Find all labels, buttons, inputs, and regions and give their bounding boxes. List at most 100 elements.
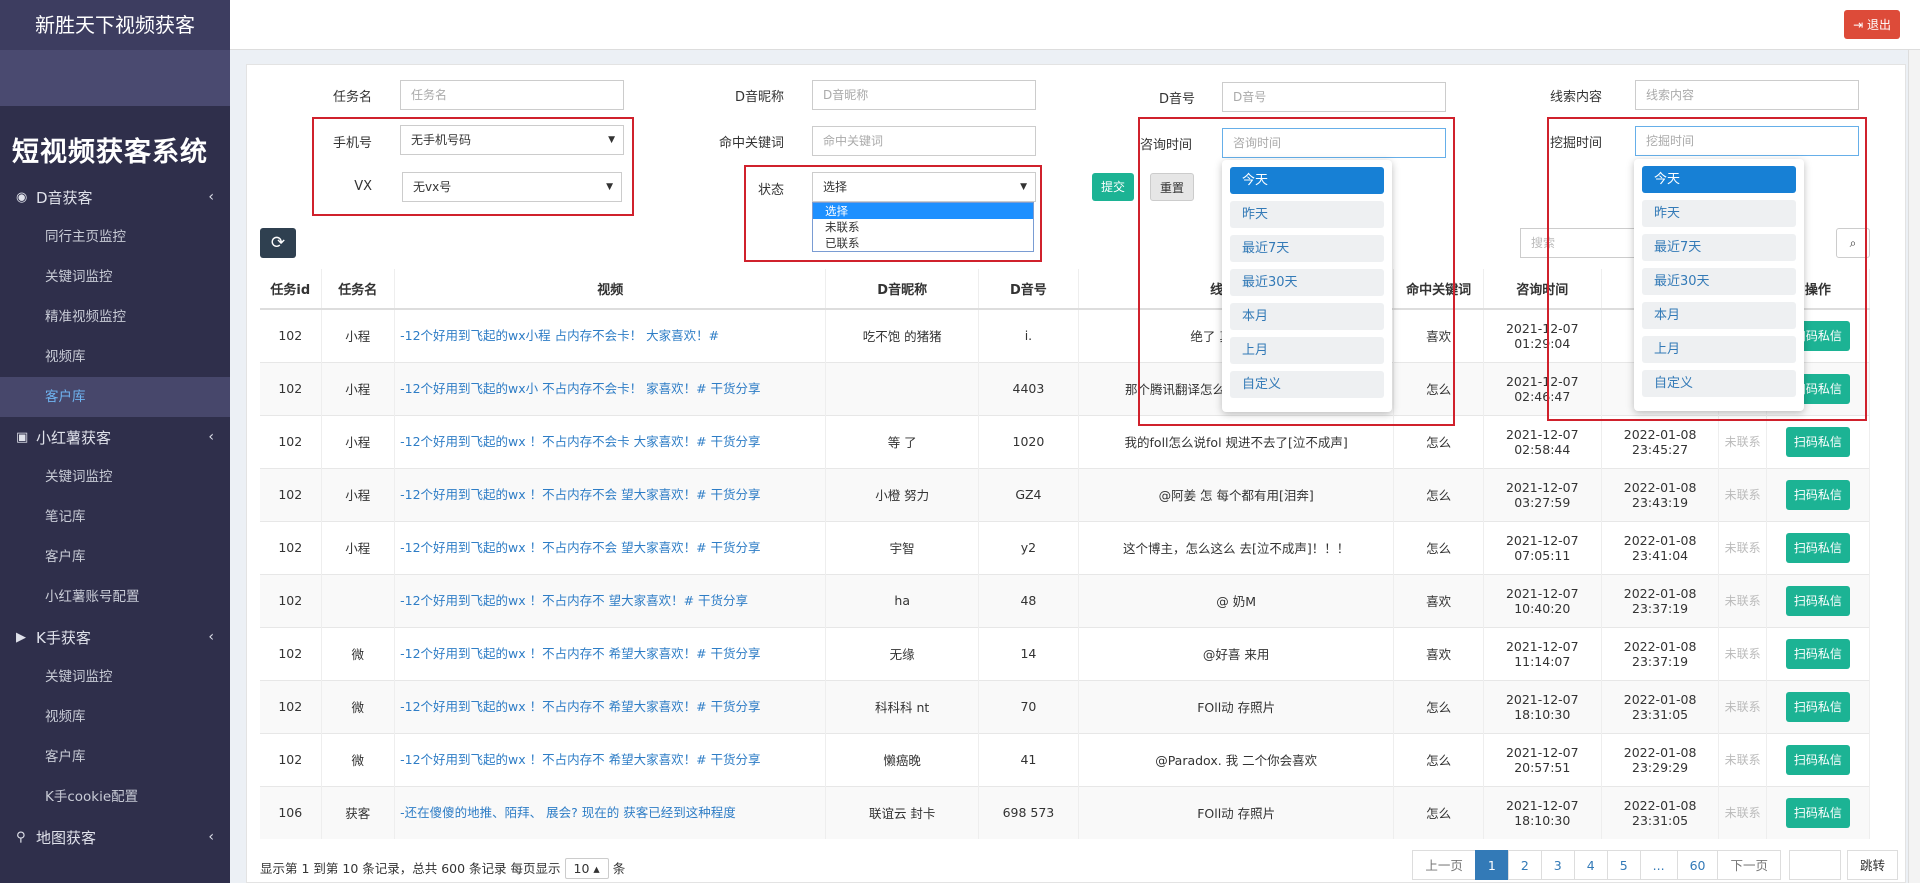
- cell-video[interactable]: -还在傻傻的地推、陌拜、 展会? 现在的 获客已经到这种程度: [394, 785, 827, 839]
- cell-consult-time: 2021-12-07 02:58:44: [1483, 414, 1602, 468]
- table-row: 102 微 -12个好用到飞起的wx ！不占内存不 希望大家喜欢！# 干货分享 懒癌晚…: [260, 732, 1871, 786]
- footer-info-text: 显示第 1 到第 10 条记录，总共 600 条记录 每页显示: [260, 861, 561, 876]
- scan-message-button[interactable]: 扫码私信: [1785, 797, 1850, 828]
- nav-group-kuaishou[interactable]: ▶ K手获客 ‹: [0, 617, 230, 657]
- sidebar-item-video-library[interactable]: 视频库: [0, 337, 230, 377]
- cell-task-id: 106: [260, 785, 322, 839]
- cell-video[interactable]: -12个好用到飞起的wx ！不占内存不 望大家喜欢！# 干货分享: [394, 573, 827, 627]
- nickname-input[interactable]: D音昵称: [812, 80, 1036, 110]
- page-button[interactable]: 5: [1606, 850, 1641, 880]
- clue-input[interactable]: 线索内容: [1635, 80, 1859, 110]
- consult-time-option[interactable]: 最近7天: [1230, 235, 1384, 262]
- sidebar-item-video-library[interactable]: 视频库: [0, 697, 230, 737]
- jump-button[interactable]: 跳转: [1846, 850, 1898, 880]
- cell-nickname: 等 了: [825, 414, 979, 468]
- page-button[interactable]: 3: [1540, 850, 1575, 880]
- sidebar-item-keyword-monitor[interactable]: 关键词监控: [0, 257, 230, 297]
- sidebar-item-homepage-monitor[interactable]: 同行主页监控: [0, 217, 230, 257]
- page-button[interactable]: ...: [1639, 850, 1678, 880]
- col-header[interactable]: D音昵称: [825, 269, 979, 310]
- cell-clue: @Paradox. 我 二个你会喜欢: [1078, 732, 1395, 786]
- mine-time-option[interactable]: 最近30天: [1642, 268, 1796, 295]
- page-scrollbar[interactable]: [1908, 50, 1920, 883]
- prev-page-button[interactable]: 上一页: [1412, 850, 1476, 880]
- sidebar-item-cookie-config[interactable]: K手cookie配置: [0, 777, 230, 817]
- sidebar-item-customer-library[interactable]: 客户库: [0, 537, 230, 577]
- cell-mine-time: 2022-01-08 23:37:19: [1601, 573, 1720, 627]
- nav-group-map[interactable]: ⚲ 地图获客 ‹: [0, 817, 230, 857]
- sidebar-item-account-config[interactable]: 小红薯账号配置: [0, 577, 230, 617]
- page-button[interactable]: 2: [1507, 850, 1542, 880]
- mine-time-option[interactable]: 今天: [1642, 166, 1796, 193]
- cell-dnum: 48: [978, 573, 1079, 627]
- cell-video[interactable]: -12个好用到飞起的wx ！不占内存不会卡 大家喜欢！# 干货分享: [394, 414, 827, 468]
- consult-time-option[interactable]: 最近30天: [1230, 269, 1384, 296]
- submit-button[interactable]: 提交: [1092, 173, 1135, 201]
- keyword-input[interactable]: 命中关键词: [812, 126, 1036, 156]
- task-name-input[interactable]: 任务名: [400, 80, 624, 110]
- scan-message-button[interactable]: 扫码私信: [1785, 426, 1850, 457]
- mine-time-option[interactable]: 上月: [1642, 336, 1796, 363]
- sidebar-item-customer-library[interactable]: 客户库: [0, 377, 230, 417]
- nav-group-douyin[interactable]: ◉ D音获客 ‹: [0, 177, 230, 217]
- logout-button[interactable]: ⇥ 退出: [1844, 10, 1900, 39]
- mine-time-option[interactable]: 最近7天: [1642, 234, 1796, 261]
- cell-nickname: 联谊云 封卡: [825, 785, 979, 839]
- sidebar-item-video-monitor[interactable]: 精准视频监控: [0, 297, 230, 337]
- phone-select[interactable]: 无手机号码: [400, 125, 624, 155]
- scan-message-button[interactable]: 扫码私信: [1785, 479, 1850, 510]
- scan-message-button[interactable]: 扫码私信: [1785, 691, 1850, 722]
- cell-dnum: 4403: [978, 361, 1079, 415]
- col-header[interactable]: 任务id: [260, 269, 322, 310]
- consult-time-option[interactable]: 昨天: [1230, 201, 1384, 228]
- cell-status: 未联系: [1718, 785, 1767, 839]
- vx-select[interactable]: 无vx号: [402, 172, 622, 202]
- page-button[interactable]: 1: [1474, 850, 1509, 880]
- consult-time-option[interactable]: 上月: [1230, 337, 1384, 364]
- jump-page-input[interactable]: [1788, 850, 1841, 880]
- consult-time-option[interactable]: 自定义: [1230, 371, 1384, 398]
- mine-time-option[interactable]: 本月: [1642, 302, 1796, 329]
- dnum-input[interactable]: D音号: [1222, 82, 1446, 112]
- mine-time-option[interactable]: 自定义: [1642, 370, 1796, 397]
- sidebar-item-keyword-monitor[interactable]: 关键词监控: [0, 657, 230, 697]
- sidebar-item-customer-library[interactable]: 客户库: [0, 737, 230, 777]
- page-button[interactable]: 4: [1573, 850, 1608, 880]
- page-button[interactable]: 60: [1676, 850, 1719, 880]
- cell-consult-time: 2021-12-07 11:14:07: [1483, 626, 1602, 680]
- cell-clue: 这个博主，怎么这么 去[泣不成声]！！！: [1078, 520, 1395, 574]
- next-page-button[interactable]: 下一页: [1717, 850, 1781, 880]
- refresh-button[interactable]: ⟳: [260, 228, 296, 258]
- dnum-label: D音号: [1158, 92, 1195, 107]
- cell-action: 扫码私信: [1766, 573, 1871, 627]
- status-select[interactable]: 选择: [812, 172, 1036, 202]
- clue-label: 线索内容: [1549, 90, 1602, 105]
- cell-video[interactable]: -12个好用到飞起的wx ！不占内存不 希望大家喜欢！# 干货分享: [394, 626, 827, 680]
- status-option[interactable]: 未联系: [813, 219, 1033, 235]
- sidebar-item-notes[interactable]: 笔记库: [0, 497, 230, 537]
- cell-video[interactable]: -12个好用到飞起的wx小 不占内存不会卡！ 家喜欢！# 干货分享: [394, 361, 827, 415]
- scan-message-button[interactable]: 扫码私信: [1785, 744, 1850, 775]
- mine-time-option[interactable]: 昨天: [1642, 200, 1796, 227]
- cell-video[interactable]: -12个好用到飞起的wx小程 占内存不会卡！ 大家喜欢！#: [394, 308, 827, 362]
- scan-message-button[interactable]: 扫码私信: [1785, 638, 1850, 669]
- status-option[interactable]: 选择: [813, 203, 1033, 219]
- scan-message-button[interactable]: 扫码私信: [1785, 532, 1850, 563]
- col-header[interactable]: 视频: [394, 269, 827, 310]
- cell-action: 扫码私信: [1766, 414, 1871, 468]
- cell-video[interactable]: -12个好用到飞起的wx ！不占内存不 希望大家喜欢！# 干货分享: [394, 679, 827, 733]
- col-header[interactable]: D音号: [978, 269, 1079, 310]
- nav-group-xiaohongshu[interactable]: ▣ 小红薯获客 ‹: [0, 417, 230, 457]
- scan-message-button[interactable]: 扫码私信: [1785, 585, 1850, 616]
- cell-consult-time: 2021-12-07 18:10:30: [1483, 785, 1602, 839]
- page-size-select[interactable]: 10 ▴: [564, 858, 609, 879]
- col-header[interactable]: 任务名: [321, 269, 396, 310]
- sidebar-item-keyword-monitor[interactable]: 关键词监控: [0, 457, 230, 497]
- cell-video[interactable]: -12个好用到飞起的wx ！不占内存不会 望大家喜欢！# 干货分享: [394, 520, 827, 574]
- status-option[interactable]: 已联系: [813, 235, 1033, 251]
- cell-task-id: 102: [260, 679, 322, 733]
- cell-video[interactable]: -12个好用到飞起的wx ！不占内存不 希望大家喜欢！# 干货分享: [394, 732, 827, 786]
- consult-time-option[interactable]: 本月: [1230, 303, 1384, 330]
- consult-time-option[interactable]: 今天: [1230, 167, 1384, 194]
- cell-video[interactable]: -12个好用到飞起的wx ！不占内存不会 望大家喜欢！# 干货分享: [394, 467, 827, 521]
